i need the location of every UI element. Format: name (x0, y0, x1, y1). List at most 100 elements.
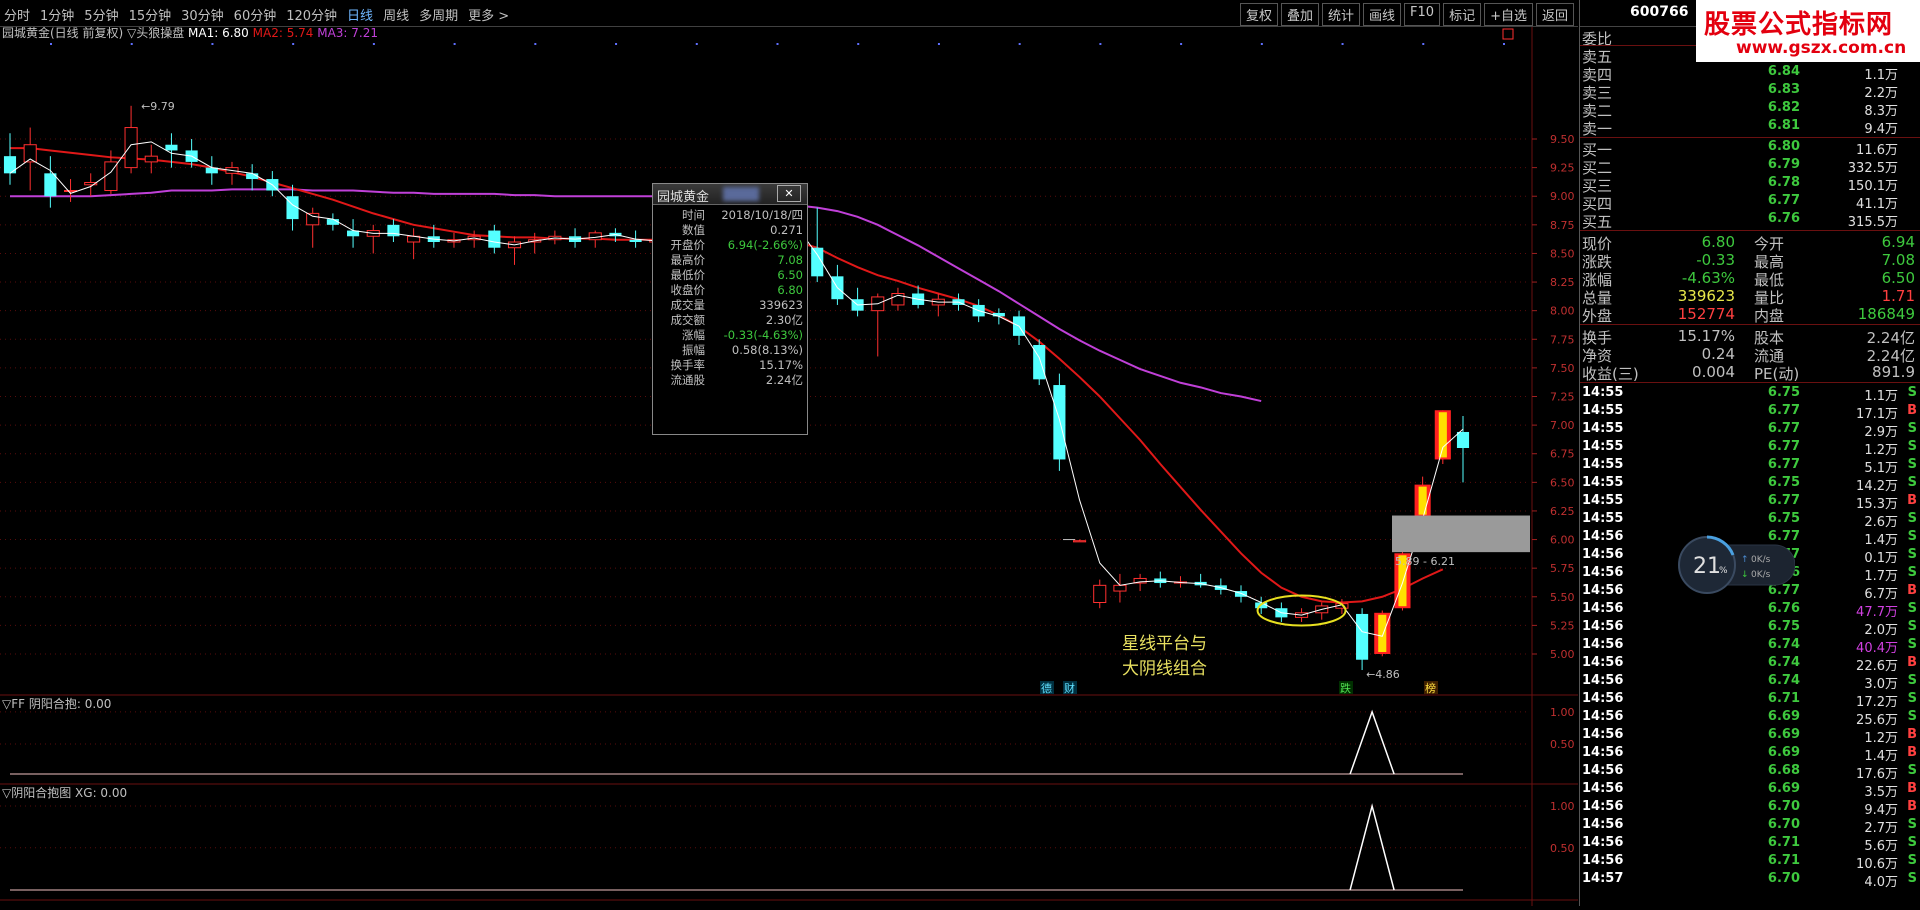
ind-tick-label: 1.00 (1550, 706, 1575, 719)
ask-volume: 2.2万 (1864, 86, 1898, 101)
bid-row: 买二 6.79 332.5万 (1580, 157, 1920, 177)
tick-flag: S (1907, 763, 1917, 778)
tool-button-3[interactable]: 画线 (1363, 3, 1402, 26)
stat-value2: 6.50 (1881, 269, 1915, 287)
tick-row: 14:55 6.77 5.1万 S (1580, 457, 1920, 476)
watermark-banner: 股票公式指标网 www.gszx.com.cn (1696, 0, 1920, 62)
tool-button-4[interactable]: F10 (1404, 3, 1441, 26)
kline-chart[interactable]: 9.50 9.25 9.00 8.75 8.50 8.25 8.00 7.75 7.50 7.25… (0, 25, 1578, 906)
tick-volume: 15.3万 (1856, 497, 1898, 512)
y-tick-label: 6.50 (1550, 476, 1575, 489)
tick-volume: 0.1万 (1864, 551, 1898, 566)
data-window[interactable]: 园城黄金 ✕ 时间 2018/10/18/四 数值 0.271 开盘价 6.94(-2.6… (652, 183, 808, 435)
data-window-key: 振幅 (682, 343, 705, 357)
data-window-key: 成交额 (670, 313, 706, 327)
badge-die[interactable]: 跌 (1340, 681, 1351, 695)
badge-bang[interactable]: 榜 (1425, 681, 1436, 695)
tick-price: 6.74 (1767, 673, 1800, 688)
tick-flag: S (1907, 457, 1917, 472)
y-tick-label: 7.00 (1550, 419, 1575, 432)
ask-row: 卖三 6.83 2.2万 (1580, 82, 1920, 102)
tick-time: 14:55 (1582, 511, 1624, 526)
tick-time: 14:56 (1582, 709, 1624, 724)
tick-price: 6.69 (1767, 727, 1800, 742)
bid-label: 买五 (1582, 213, 1613, 231)
tick-volume: 5.6万 (1864, 839, 1898, 854)
data-window-value: 6.80 (777, 283, 803, 297)
tick-price: 6.77 (1767, 421, 1800, 436)
tick-volume: 1.1万 (1864, 389, 1898, 404)
meter-up: 0K/s (1751, 555, 1771, 565)
tick-time: 14:56 (1582, 745, 1624, 760)
ask-price: 6.84 (1767, 64, 1800, 79)
tick-row: 14:56 6.69 25.6万 S (1580, 709, 1920, 728)
quote-panel: 600766 委比卖五6.859.2万卖四6.841.1万卖三6.832.2万卖… (1579, 0, 1920, 906)
ask-row: 卖一 6.81 9.4万 (1580, 118, 1920, 138)
chart-area[interactable]: 9.50 9.25 9.00 8.75 8.50 8.25 8.00 7.75 7.50 7.25… (0, 25, 1578, 906)
tick-time: 14:56 (1582, 637, 1624, 652)
bid-row: 买四 6.77 41.1万 (1580, 193, 1920, 213)
tab-0[interactable]: 分时 (4, 5, 30, 24)
tool-button-7[interactable]: 返回 (1535, 3, 1574, 26)
ask-volume: 9.4万 (1864, 122, 1898, 137)
tab-3[interactable]: 15分钟 (129, 5, 172, 24)
tick-row: 14:56 6.68 17.6万 S (1580, 763, 1920, 782)
tab-10[interactable]: 更多 > (468, 5, 509, 24)
marker-dot (1260, 43, 1263, 45)
data-window-value: 2.24亿 (765, 373, 803, 387)
badge-de[interactable]: 德 (1041, 681, 1052, 695)
tool-button-2[interactable]: 统计 (1322, 3, 1361, 26)
tool-button-5[interactable]: 标记 (1443, 3, 1482, 26)
tab-2[interactable]: 5分钟 (84, 5, 118, 24)
tick-price: 6.77 (1767, 439, 1800, 454)
period-tabs: 分时 1分钟 5分钟 15分钟 30分钟 60分钟 120分钟 日线 周线 多周期 更多 > (4, 5, 509, 24)
tick-volume: 3.0万 (1864, 677, 1898, 692)
tick-time: 14:55 (1582, 385, 1624, 400)
y-tick-label: 9.25 (1550, 162, 1575, 175)
data-window-row: 最高价 7.08 (655, 253, 805, 268)
tick-volume: 1.4万 (1864, 749, 1898, 764)
tick-volume: 17.6万 (1856, 767, 1898, 782)
tab-6[interactable]: 120分钟 (286, 5, 337, 24)
tab-9[interactable]: 多周期 (419, 5, 458, 24)
bid-volume: 332.5万 (1847, 161, 1898, 176)
tick-flag: B (1907, 493, 1917, 508)
data-window-key: 流通股 (670, 373, 706, 387)
y-tick-label: 7.25 (1550, 391, 1575, 404)
chart-settings-icon[interactable] (1502, 28, 1514, 40)
tool-button-0[interactable]: 复权 (1239, 3, 1278, 26)
tick-flag: S (1907, 439, 1917, 454)
tab-8[interactable]: 周线 (383, 5, 409, 24)
badge-cai[interactable]: 财 (1064, 681, 1075, 695)
tick-row: 14:55 6.77 1.2万 S (1580, 439, 1920, 458)
tab-7[interactable]: 日线 (347, 5, 373, 24)
data-window-header[interactable]: 园城黄金 ✕ (653, 184, 807, 205)
bid-volume: 11.6万 (1856, 143, 1898, 158)
tool-button-6[interactable]: +自选 (1484, 3, 1533, 26)
tick-row: 14:56 6.70 2.7万 S (1580, 817, 1920, 836)
data-window-key: 最低价 (670, 268, 706, 282)
tick-time: 14:55 (1582, 457, 1624, 472)
y-tick-label: 6.75 (1550, 448, 1575, 461)
tick-time: 14:56 (1582, 655, 1624, 670)
tick-price: 6.75 (1767, 619, 1800, 634)
tick-flag: S (1907, 565, 1917, 580)
tab-5[interactable]: 60分钟 (234, 5, 277, 24)
candle-body-up (124, 127, 138, 169)
y-tick-label: 8.00 (1550, 305, 1575, 318)
tick-row: 14:56 6.69 1.2万 B (1580, 727, 1920, 746)
tool-button-1[interactable]: 叠加 (1280, 3, 1319, 26)
marker-dot (1099, 43, 1102, 45)
data-window-value: 0.271 (770, 223, 803, 237)
tab-4[interactable]: 30分钟 (181, 5, 224, 24)
tick-flag: B (1907, 655, 1917, 670)
data-window-row: 换手率 15.17% (655, 358, 805, 373)
marker-dot (857, 43, 860, 45)
tick-row: 14:56 6.74 40.4万 S (1580, 637, 1920, 656)
y-tick-label: 8.75 (1550, 219, 1575, 232)
close-icon[interactable]: ✕ (777, 185, 801, 202)
tab-1[interactable]: 1分钟 (40, 5, 74, 24)
annotation-text-1: 星线平台与 (1122, 634, 1207, 654)
tick-volume: 17.2万 (1856, 695, 1898, 710)
network-meter: 21 % ↑ 0K/s ↓ 0K/s (1677, 535, 1796, 595)
